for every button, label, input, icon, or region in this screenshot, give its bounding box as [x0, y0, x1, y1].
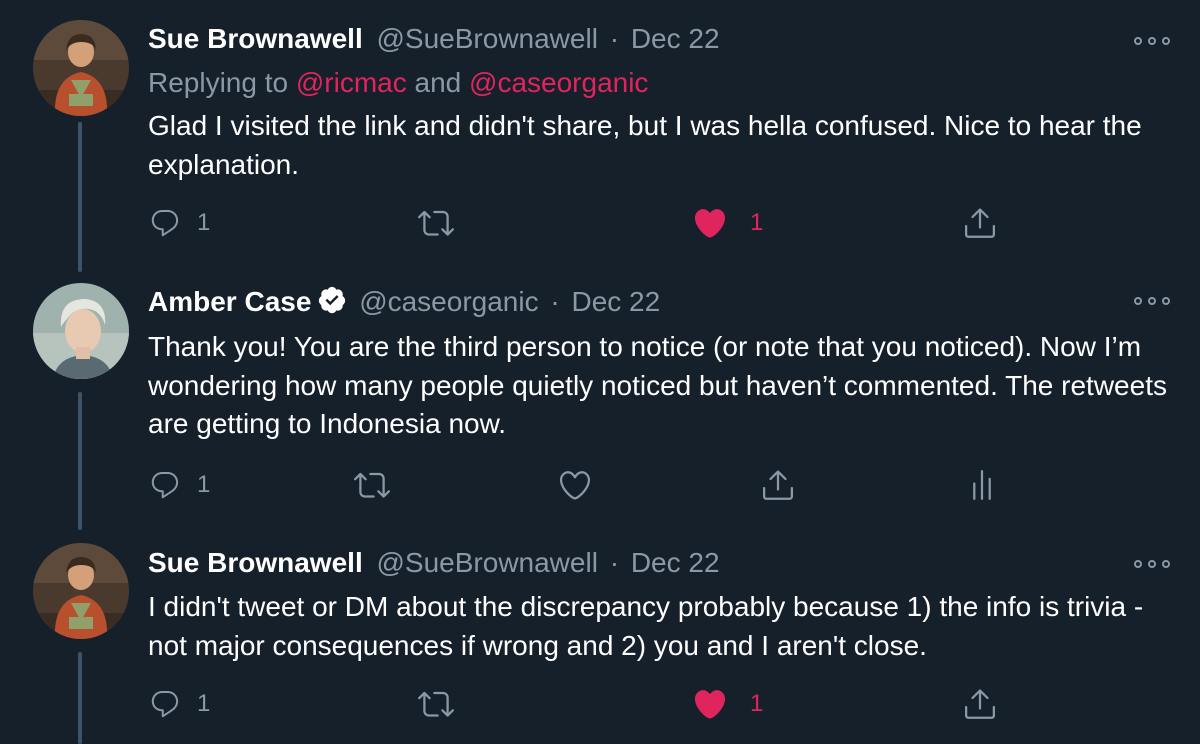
tweet-date[interactable]: Dec 22: [571, 286, 660, 317]
tweet-text: Glad I visited the link and didn't share…: [148, 110, 1142, 180]
author-handle[interactable]: @SueBrownawell: [377, 23, 598, 54]
like-button[interactable]: 1: [692, 203, 763, 243]
more-icon[interactable]: [1134, 294, 1170, 308]
author-handle[interactable]: @SueBrownawell: [377, 547, 598, 578]
like-icon: [557, 467, 593, 503]
author-name[interactable]: Amber Case: [148, 286, 311, 317]
tweet-1[interactable]: Sue Brownawell @SueBrownawell · Dec 22 R…: [0, 0, 1200, 270]
reply-count: 1: [197, 209, 211, 236]
reply-count: 1: [197, 471, 211, 498]
tweet-header: Sue Brownawell @SueBrownawell · Dec 22: [148, 21, 720, 57]
reply-count: 1: [197, 690, 211, 717]
analytics-button[interactable]: [964, 465, 1000, 505]
share-button[interactable]: [962, 203, 998, 243]
share-icon: [962, 205, 998, 241]
tweet-header: Sue Brownawell @SueBrownawell · Dec 22: [148, 545, 720, 581]
share-button[interactable]: [962, 684, 998, 724]
tweet-date[interactable]: Dec 22: [631, 23, 720, 54]
replying-to-and: and: [406, 67, 470, 98]
retweet-button[interactable]: [418, 203, 454, 243]
reply-icon: [149, 207, 181, 239]
more-icon[interactable]: [1134, 34, 1170, 48]
mention-link[interactable]: @caseorganic: [469, 67, 648, 98]
avatar[interactable]: [33, 283, 129, 379]
share-icon: [962, 686, 998, 722]
reply-button[interactable]: 1: [149, 203, 210, 243]
retweet-button[interactable]: [418, 684, 454, 724]
retweet-button[interactable]: [354, 465, 390, 505]
like-count: 1: [750, 209, 764, 236]
retweet-icon: [354, 467, 390, 503]
retweet-icon: [418, 686, 454, 722]
share-button[interactable]: [760, 465, 796, 505]
reply-button[interactable]: 1: [149, 684, 210, 724]
tweet-date[interactable]: Dec 22: [631, 547, 720, 578]
avatar[interactable]: [33, 543, 129, 639]
author-handle[interactable]: @caseorganic: [359, 286, 538, 317]
reply-button[interactable]: 1: [149, 465, 210, 505]
tweet-header: Amber Case @caseorganic · Dec 22: [148, 284, 660, 324]
reply-icon: [149, 469, 181, 501]
tweet-2[interactable]: Amber Case @caseorganic · Dec 22 Thank y…: [0, 270, 1200, 535]
replying-to-label: Replying to: [148, 67, 296, 98]
avatar[interactable]: [33, 20, 129, 116]
tweet-text: Thank you! You are the third person to n…: [148, 331, 1167, 439]
like-button[interactable]: 1: [692, 684, 763, 724]
verified-icon: [317, 285, 347, 324]
separator-dot: ·: [550, 286, 560, 317]
separator-dot: ·: [609, 547, 620, 578]
separator-dot: ·: [609, 23, 620, 54]
mention-link[interactable]: @ricmac: [296, 67, 407, 98]
share-icon: [760, 467, 796, 503]
replying-to: Replying to @ricmac and @caseorganic: [148, 65, 648, 101]
reply-icon: [149, 688, 181, 720]
tweet-3[interactable]: Sue Brownawell @SueBrownawell · Dec 22 I…: [0, 535, 1200, 744]
like-count: 1: [750, 690, 764, 717]
author-name[interactable]: Sue Brownawell: [148, 23, 363, 54]
author-name[interactable]: Sue Brownawell: [148, 547, 363, 578]
more-icon[interactable]: [1134, 557, 1170, 571]
retweet-icon: [418, 205, 454, 241]
tweet-text: I didn't tweet or DM about the discrepan…: [148, 591, 1144, 661]
like-button[interactable]: [557, 465, 593, 505]
like-icon: [692, 205, 728, 241]
like-icon: [692, 686, 728, 722]
analytics-icon: [964, 467, 1000, 503]
